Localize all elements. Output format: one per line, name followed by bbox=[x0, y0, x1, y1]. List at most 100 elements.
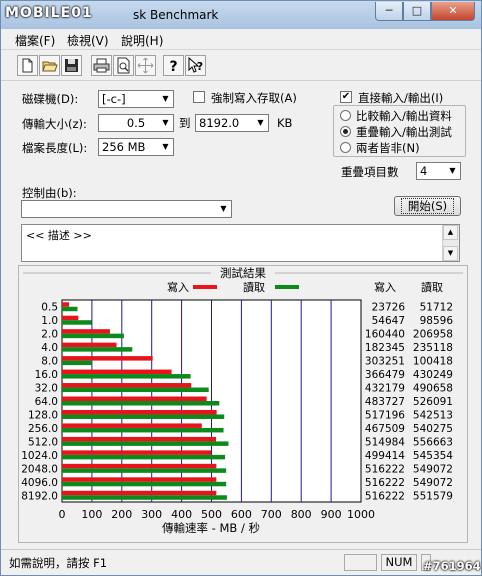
print-preview-icon[interactable] bbox=[113, 55, 134, 76]
read-value: 490658 bbox=[413, 383, 453, 395]
chevron-down-icon: ▼ bbox=[158, 139, 173, 155]
read-value: 549072 bbox=[413, 477, 453, 489]
chevron-down-icon: ▼ bbox=[158, 91, 173, 107]
status-help-text: 如需說明，請按 F1 bbox=[9, 556, 108, 570]
read-value: 430249 bbox=[413, 369, 453, 381]
y-tick-label: 128.0 bbox=[28, 409, 58, 421]
new-icon[interactable] bbox=[17, 55, 38, 76]
write-bar bbox=[62, 356, 153, 361]
y-tick-label: 512.0 bbox=[28, 436, 58, 448]
write-bar bbox=[62, 436, 216, 442]
write-bar bbox=[62, 463, 217, 469]
write-bar bbox=[62, 329, 110, 334]
context-help-icon[interactable]: ? bbox=[185, 55, 206, 76]
write-bar bbox=[62, 396, 207, 401]
compare-radio[interactable] bbox=[340, 110, 351, 121]
transfer-to-select[interactable]: 8192.0 ▼ bbox=[195, 114, 269, 132]
write-value: 160440 bbox=[365, 329, 405, 341]
write-value: 499414 bbox=[365, 450, 405, 462]
y-tick-label: 4.0 bbox=[41, 342, 58, 354]
close-button[interactable]: ✕ bbox=[431, 2, 475, 21]
start-button[interactable]: 開始(S) bbox=[394, 196, 461, 216]
open-icon[interactable] bbox=[39, 55, 60, 76]
chevron-down-icon: ▼ bbox=[158, 115, 173, 131]
maximize-button[interactable]: □ bbox=[403, 2, 431, 21]
kb-label: KB bbox=[277, 116, 293, 130]
y-tick-label: 256.0 bbox=[28, 423, 58, 435]
move-icon[interactable] bbox=[135, 55, 156, 76]
read-value: 51712 bbox=[420, 302, 453, 314]
read-bar bbox=[62, 333, 124, 339]
write-value: 366479 bbox=[365, 369, 405, 381]
drive-select[interactable]: [-c-] ▼ bbox=[98, 90, 174, 108]
window-controls: ─ □ ✕ bbox=[375, 2, 475, 21]
neither-label: 兩者皆非(N) bbox=[356, 141, 420, 155]
write-value: 516222 bbox=[365, 477, 405, 489]
queue-depth-select[interactable]: 4 ▼ bbox=[416, 162, 461, 180]
read-value: 549072 bbox=[413, 463, 453, 475]
control-select[interactable]: ▼ bbox=[21, 200, 232, 218]
read-legend-swatch bbox=[275, 285, 299, 289]
x-tick-label: 900 bbox=[321, 508, 342, 521]
write-value: 517196 bbox=[365, 409, 405, 421]
read-value: 526091 bbox=[413, 396, 453, 408]
scroll-down-icon[interactable]: ▼ bbox=[443, 246, 458, 261]
save-icon[interactable] bbox=[61, 55, 82, 76]
force-write-label: 強制寫入存取(A) bbox=[211, 91, 297, 105]
read-value: 556663 bbox=[413, 436, 453, 448]
read-legend-label: 讀取 bbox=[243, 280, 265, 294]
io-mode-group: 比較輸入/輸出資料 重疊輸入/輸出測試 兩者皆非(N) bbox=[333, 105, 466, 157]
overlap-radio[interactable] bbox=[340, 126, 351, 137]
read-bar bbox=[62, 387, 209, 393]
help-icon[interactable]: ? bbox=[163, 55, 184, 76]
results-panel: 測試結果 寫入 讀取 寫入 讀取 0 100 200 300 400 500 600 700 8… bbox=[18, 265, 468, 543]
drive-value: [-c-] bbox=[102, 92, 126, 106]
minimize-button[interactable]: ─ bbox=[375, 2, 403, 21]
svg-text:?: ? bbox=[169, 59, 177, 75]
write-bar bbox=[62, 450, 212, 455]
results-chart: 測試結果 寫入 讀取 寫入 讀取 0 100 200 300 400 500 600 700 8… bbox=[21, 266, 463, 535]
status-panel-empty bbox=[344, 554, 377, 571]
y-tick-label: 1.0 bbox=[41, 315, 58, 327]
read-bar bbox=[62, 374, 191, 379]
x-tick-label: 700 bbox=[261, 508, 282, 521]
x-tick-label: 400 bbox=[171, 508, 192, 521]
write-value: 483727 bbox=[365, 396, 405, 408]
description-textarea[interactable]: << 描述 >> ▲ ▼ bbox=[21, 224, 460, 262]
read-bar bbox=[62, 468, 227, 473]
app-window: MOBILE01 sk Benchmark ─ □ ✕ 檔案(F) 檢視(V) … bbox=[0, 0, 482, 576]
menu-help[interactable]: 說明(H) bbox=[121, 32, 163, 49]
window-title: sk Benchmark bbox=[133, 8, 219, 22]
to-label: 到 bbox=[179, 116, 191, 130]
transfer-size-label: 傳輸大小(z): bbox=[22, 117, 87, 131]
read-value: 545354 bbox=[413, 450, 453, 462]
direct-io-checkbox[interactable]: ✔ bbox=[340, 91, 352, 103]
x-tick-label: 600 bbox=[231, 508, 252, 521]
file-length-select[interactable]: 256 MB ▼ bbox=[98, 138, 174, 156]
x-tick-label: 0 bbox=[59, 508, 66, 521]
print-icon[interactable] bbox=[91, 55, 112, 76]
description-scrollbar[interactable]: ▲ ▼ bbox=[442, 225, 459, 261]
neither-radio[interactable] bbox=[340, 142, 351, 153]
title-bar[interactable]: MOBILE01 sk Benchmark ─ □ ✕ bbox=[1, 1, 481, 29]
overlap-label: 重疊輸入/輸出測試 bbox=[356, 125, 452, 139]
start-button-label: 開始(S) bbox=[400, 198, 455, 214]
read-bar bbox=[62, 347, 133, 352]
read-value: 551579 bbox=[413, 490, 453, 502]
menu-file[interactable]: 檔案(F) bbox=[15, 32, 55, 49]
read-value: 206958 bbox=[413, 329, 453, 341]
y-tick-label: 8.0 bbox=[41, 356, 58, 368]
y-tick-label: 1024.0 bbox=[21, 450, 58, 462]
transfer-from-select[interactable]: 0.5 ▼ bbox=[98, 114, 174, 132]
write-column-header: 寫入 bbox=[374, 280, 396, 294]
mobile01-logo: MOBILE01 bbox=[5, 5, 93, 21]
read-bar bbox=[62, 495, 227, 500]
scroll-up-icon[interactable]: ▲ bbox=[443, 225, 458, 240]
y-tick-label: 16.0 bbox=[35, 369, 58, 381]
force-write-checkbox[interactable] bbox=[193, 91, 205, 103]
read-value: 98596 bbox=[420, 315, 454, 327]
menu-view[interactable]: 檢視(V) bbox=[67, 32, 109, 49]
write-value: 54647 bbox=[372, 315, 405, 327]
write-value: 516222 bbox=[365, 490, 405, 502]
queue-depth-label: 重疊項目數 bbox=[341, 165, 399, 179]
